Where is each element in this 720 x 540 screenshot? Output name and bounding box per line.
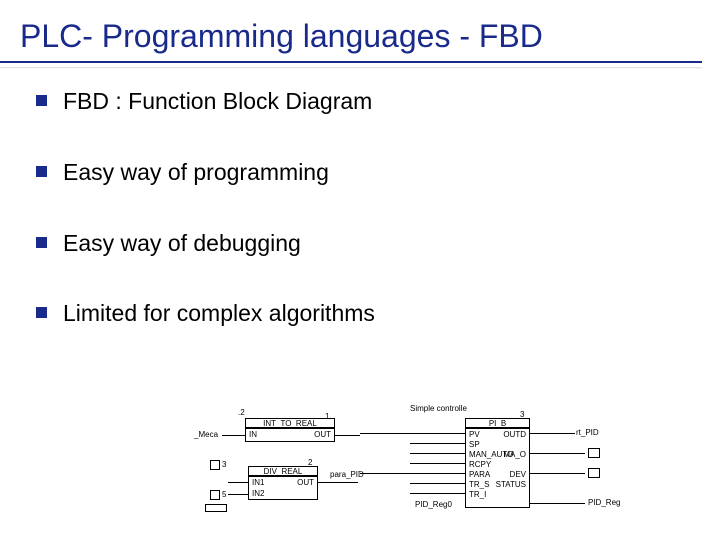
block-title: DIV_REAL — [248, 466, 318, 476]
bullet-text: Easy way of programming — [63, 158, 329, 187]
bullet-list: FBD : Function Block Diagram Easy way of… — [0, 69, 720, 328]
port-out: OUT — [297, 478, 314, 487]
list-item: FBD : Function Block Diagram — [36, 87, 684, 116]
signal-label: para_PID — [330, 470, 364, 479]
wire — [222, 435, 245, 436]
signal-label: PID_Reg — [588, 498, 620, 507]
port-in: TR_S — [469, 480, 489, 489]
bullet-text: FBD : Function Block Diagram — [63, 87, 372, 116]
list-item: Limited for complex algorithms — [36, 299, 684, 328]
wire — [318, 482, 358, 483]
port-out: DEV — [510, 470, 526, 479]
wire — [530, 473, 585, 474]
port-in: RCPY — [469, 460, 491, 469]
port-in: TR_I — [469, 490, 486, 499]
wire — [530, 453, 585, 454]
block-body: PV SP MAN_AUTO PARA TR_S TR_I RCPY OUTD … — [465, 428, 530, 508]
port-out: MA_O — [503, 450, 526, 459]
square-bullet-icon — [36, 95, 47, 106]
square-bullet-icon — [36, 307, 47, 318]
port-in: PARA — [469, 470, 490, 479]
block-title: INT_TO_REAL — [245, 418, 335, 428]
fbd-diagram: Simple controlle .2 1 INT_TO_REAL IN OUT… — [190, 408, 630, 528]
block-num: .2 — [238, 408, 245, 417]
list-item: Easy way of programming — [36, 158, 684, 187]
block-body: IN OUT — [245, 428, 335, 442]
wire — [530, 503, 585, 504]
wire — [360, 433, 465, 434]
signal-label: _Meca — [194, 430, 218, 439]
bullet-text: Easy way of debugging — [63, 229, 301, 258]
tiny-block — [210, 460, 220, 470]
port-out: OUT — [314, 430, 331, 439]
port-out: STATUS — [496, 480, 526, 489]
wire — [228, 482, 248, 483]
diagram-caption: Simple controlle — [410, 404, 467, 413]
port-in: PV — [469, 430, 480, 439]
wire — [410, 493, 465, 494]
tiny-block — [210, 490, 220, 500]
signal-label: PID_Reg0 — [415, 500, 452, 509]
wire — [410, 453, 465, 454]
tiny-block — [588, 448, 600, 458]
port-in: SP — [469, 440, 480, 449]
list-item: Easy way of debugging — [36, 229, 684, 258]
bullet-text: Limited for complex algorithms — [63, 299, 375, 328]
block-title: PI_B — [465, 418, 530, 428]
port-in: IN1 — [252, 478, 264, 487]
port-in: IN2 — [252, 489, 264, 498]
port-in: IN — [249, 430, 257, 439]
block-body: IN1 IN2 OUT — [248, 476, 318, 500]
square-bullet-icon — [36, 237, 47, 248]
port-out: OUTD — [503, 430, 526, 439]
wire — [410, 443, 465, 444]
tiny-block — [588, 468, 600, 478]
wire — [228, 494, 248, 495]
tiny-num: 5 — [222, 490, 226, 499]
wire — [360, 473, 465, 474]
signal-label: rt_PID — [576, 428, 599, 437]
wire — [410, 463, 465, 464]
wire — [530, 433, 575, 434]
slide-title: PLC- Programming languages - FBD — [0, 0, 702, 63]
wire — [410, 483, 465, 484]
wire — [335, 435, 360, 436]
tiny-block — [205, 504, 227, 512]
square-bullet-icon — [36, 166, 47, 177]
tiny-num: 3 — [222, 460, 226, 469]
